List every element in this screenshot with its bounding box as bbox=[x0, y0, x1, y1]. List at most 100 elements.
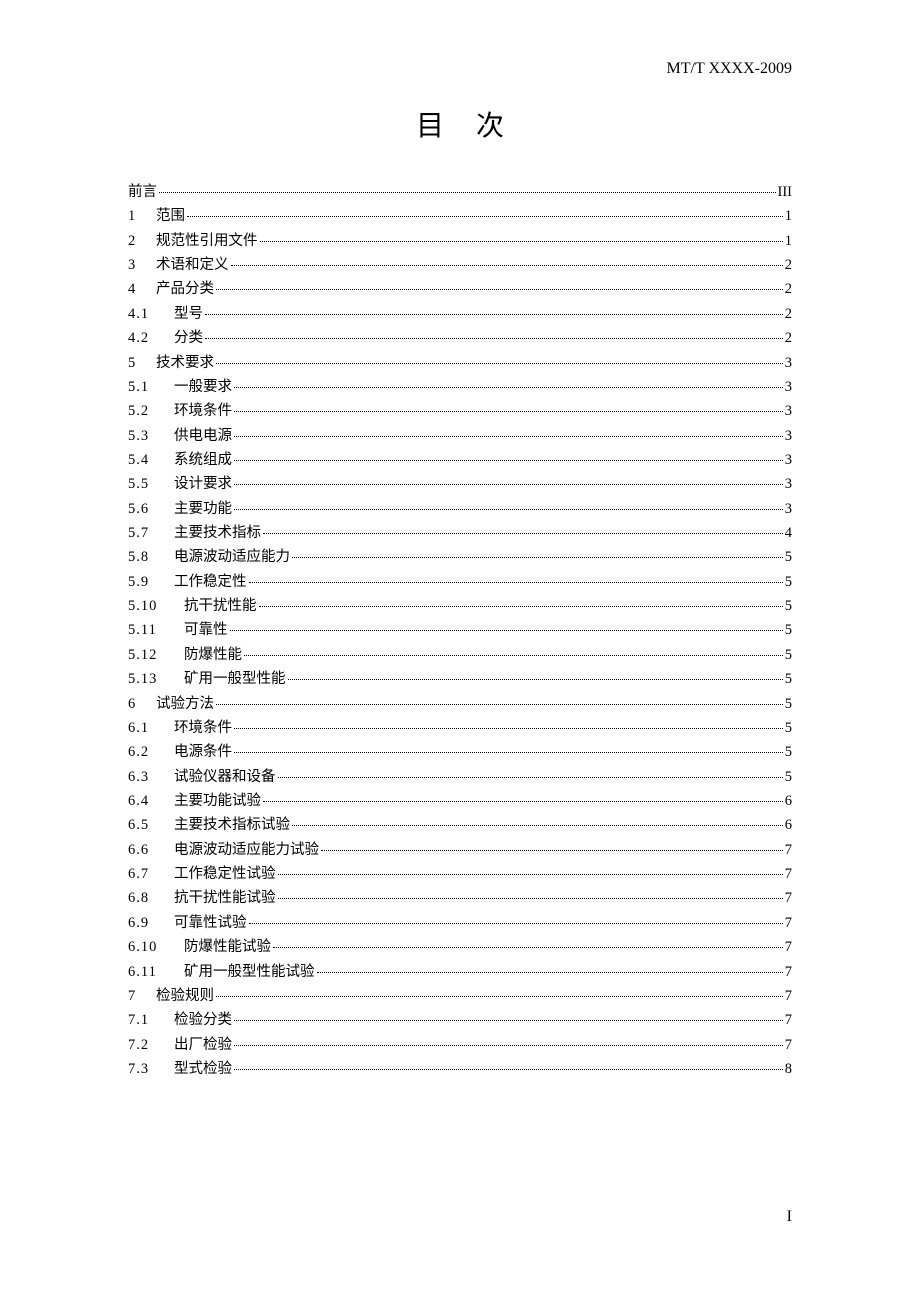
toc-entry-page: 3 bbox=[785, 375, 792, 399]
toc-entry-label: 工作稳定性 bbox=[174, 570, 247, 594]
toc-entry-page: 3 bbox=[785, 399, 792, 423]
toc-leader-dots bbox=[231, 265, 783, 266]
toc-entry-number: 5.11 bbox=[128, 618, 184, 642]
toc-row: 4.2分类2 bbox=[128, 326, 792, 350]
toc-entry-label: 电源条件 bbox=[174, 740, 232, 764]
page-number: I bbox=[787, 1208, 792, 1226]
toc-entry-page: 7 bbox=[785, 984, 792, 1008]
toc-entry-page: 5 bbox=[785, 740, 792, 764]
toc-entry-page: 5 bbox=[785, 692, 792, 716]
toc-row: 5.9工作稳定性5 bbox=[128, 570, 792, 594]
toc-entry-label: 检验分类 bbox=[174, 1008, 232, 1032]
toc-row: 7.3型式检验8 bbox=[128, 1057, 792, 1081]
toc-row: 6.10防爆性能试验7 bbox=[128, 935, 792, 959]
toc-entry-label: 规范性引用文件 bbox=[156, 229, 258, 253]
toc-entry-number: 6 bbox=[128, 692, 156, 716]
toc-entry-number: 6.7 bbox=[128, 862, 174, 886]
toc-entry-page: 6 bbox=[785, 789, 792, 813]
toc-entry-number: 5.10 bbox=[128, 594, 184, 618]
toc-row: 5.10抗干扰性能 5 bbox=[128, 594, 792, 618]
toc-row: 前言 III bbox=[128, 180, 792, 204]
toc-row: 5.7主要技术指标4 bbox=[128, 521, 792, 545]
toc-entry-label: 可靠性试验 bbox=[174, 911, 247, 935]
toc-row: 6.8抗干扰性能试验 7 bbox=[128, 886, 792, 910]
toc-leader-dots bbox=[278, 777, 783, 778]
toc-entry-page: 3 bbox=[785, 351, 792, 375]
toc-row: 3术语和定义2 bbox=[128, 253, 792, 277]
toc-row: 5.4系统组成 3 bbox=[128, 448, 792, 472]
toc-entry-page: III bbox=[778, 180, 793, 204]
table-of-contents: 前言III1范围12规范性引用文件13术语和定义24产品分类24.1型号24.2… bbox=[128, 180, 792, 1081]
toc-entry-page: 7 bbox=[785, 1008, 792, 1032]
toc-entry-number: 5.2 bbox=[128, 399, 174, 423]
toc-entry-page: 7 bbox=[785, 886, 792, 910]
toc-entry-page: 5 bbox=[785, 667, 792, 691]
toc-entry-page: 7 bbox=[785, 911, 792, 935]
toc-leader-dots bbox=[159, 192, 776, 193]
toc-entry-label: 产品分类 bbox=[156, 277, 214, 301]
toc-entry-label: 可靠性 bbox=[184, 618, 228, 642]
toc-entry-number: 5.9 bbox=[128, 570, 174, 594]
toc-entry-page: 7 bbox=[785, 960, 792, 984]
toc-entry-page: 7 bbox=[785, 1033, 792, 1057]
toc-entry-number: 2 bbox=[128, 229, 156, 253]
toc-leader-dots bbox=[187, 216, 783, 217]
toc-entry-label: 矿用一般型性能试验 bbox=[184, 960, 315, 984]
toc-entry-page: 7 bbox=[785, 935, 792, 959]
toc-entry-number: 5.4 bbox=[128, 448, 174, 472]
toc-entry-number: 6.8 bbox=[128, 886, 174, 910]
toc-entry-page: 5 bbox=[785, 594, 792, 618]
document-id: MT/T XXXX-2009 bbox=[128, 60, 792, 78]
toc-entry-page: 3 bbox=[785, 448, 792, 472]
toc-entry-label: 环境条件 bbox=[174, 716, 232, 740]
toc-row: 5.13矿用一般型性能5 bbox=[128, 667, 792, 691]
toc-entry-page: 7 bbox=[785, 862, 792, 886]
toc-entry-page: 4 bbox=[785, 521, 792, 545]
toc-leader-dots bbox=[234, 411, 783, 412]
toc-row: 6.6电源波动适应能力试验7 bbox=[128, 838, 792, 862]
toc-entry-number: 3 bbox=[128, 253, 156, 277]
toc-leader-dots bbox=[234, 752, 783, 753]
toc-row: 5.6主要功能3 bbox=[128, 497, 792, 521]
toc-leader-dots bbox=[249, 582, 783, 583]
toc-entry-label: 抗干扰性能 bbox=[184, 594, 257, 618]
toc-entry-page: 5 bbox=[785, 765, 792, 789]
toc-entry-page: 8 bbox=[785, 1057, 792, 1081]
toc-entry-label: 主要技术指标 bbox=[174, 521, 261, 545]
toc-entry-number: 6.3 bbox=[128, 765, 174, 789]
toc-entry-page: 5 bbox=[785, 643, 792, 667]
toc-leader-dots bbox=[234, 1069, 783, 1070]
toc-leader-dots bbox=[288, 679, 783, 680]
toc-row: 6.5主要技术指标试验6 bbox=[128, 813, 792, 837]
toc-entry-label: 技术要求 bbox=[156, 351, 214, 375]
toc-entry-number: 1 bbox=[128, 204, 156, 228]
toc-leader-dots bbox=[205, 314, 783, 315]
toc-row: 6.9可靠性试验7 bbox=[128, 911, 792, 935]
toc-entry-label: 环境条件 bbox=[174, 399, 232, 423]
toc-leader-dots bbox=[317, 972, 783, 973]
toc-entry-label: 型号 bbox=[174, 302, 203, 326]
toc-entry-label: 抗干扰性能试验 bbox=[174, 886, 276, 910]
toc-entry-number: 7 bbox=[128, 984, 156, 1008]
toc-entry-number: 4.1 bbox=[128, 302, 174, 326]
toc-row: 5.2环境条件 3 bbox=[128, 399, 792, 423]
toc-row: 4.1型号2 bbox=[128, 302, 792, 326]
toc-row: 5技术要求3 bbox=[128, 351, 792, 375]
page-container: MT/T XXXX-2009 目次 前言III1范围12规范性引用文件13术语和… bbox=[0, 0, 920, 1121]
toc-leader-dots bbox=[292, 557, 783, 558]
toc-entry-label: 工作稳定性试验 bbox=[174, 862, 276, 886]
toc-entry-page: 3 bbox=[785, 497, 792, 521]
toc-leader-dots bbox=[273, 947, 783, 948]
toc-entry-page: 6 bbox=[785, 813, 792, 837]
toc-entry-number: 7.1 bbox=[128, 1008, 174, 1032]
toc-leader-dots bbox=[216, 996, 783, 997]
toc-entry-label: 系统组成 bbox=[174, 448, 232, 472]
toc-entry-number: 5.1 bbox=[128, 375, 174, 399]
toc-entry-number: 6.2 bbox=[128, 740, 174, 764]
toc-entry-label: 防爆性能试验 bbox=[184, 935, 271, 959]
toc-entry-label: 型式检验 bbox=[174, 1057, 232, 1081]
toc-leader-dots bbox=[216, 289, 783, 290]
toc-entry-label: 前言 bbox=[128, 180, 157, 204]
toc-entry-page: 2 bbox=[785, 253, 792, 277]
toc-row: 5.3供电电源3 bbox=[128, 424, 792, 448]
